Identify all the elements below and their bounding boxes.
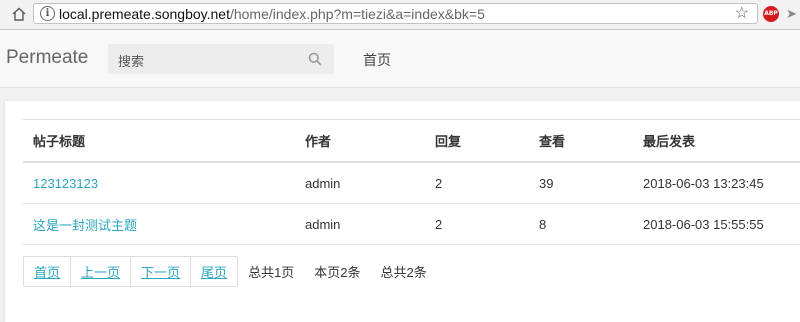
search-placeholder: 搜索	[118, 54, 145, 69]
page-count-text: 本页2条	[314, 265, 361, 280]
cell-author: admin	[295, 162, 425, 204]
pagination: 首页 上一页 下一页 尾页 总共1页 本页2条 总共2条	[23, 256, 437, 287]
cell-last-post: 2018-06-03 13:23:45	[633, 162, 800, 204]
table-row: 这是一封测试主题 admin 2 8 2018-06-03 15:55:55	[23, 203, 800, 245]
url-text[interactable]: local.premeate.songboy.net/home/index.ph…	[59, 6, 485, 22]
next-page-button[interactable]: 下一页	[130, 256, 192, 287]
cell-replies: 2	[425, 162, 529, 204]
star-icon[interactable]: ☆	[735, 4, 749, 23]
abp-icon[interactable]: ABP	[763, 6, 779, 22]
search-input[interactable]: 搜索	[108, 44, 334, 74]
url-host: local.premeate.songboy.net	[59, 6, 230, 22]
thread-table: 帖子标题 作者 回复 查看 最后发表 123123123 admin 2 39 …	[23, 119, 800, 245]
cell-views: 39	[529, 162, 633, 204]
extension-bird-icon[interactable]: ➤	[786, 6, 797, 22]
header-views: 查看	[529, 119, 633, 163]
header-title: 帖子标题	[23, 119, 295, 163]
thread-list-panel: 帖子标题 作者 回复 查看 最后发表 123123123 admin 2 39 …	[5, 101, 800, 322]
cell-author: admin	[295, 203, 425, 245]
header-author: 作者	[295, 119, 425, 163]
table-row: 123123123 admin 2 39 2018-06-03 13:23:45	[23, 162, 800, 204]
cell-last-post: 2018-06-03 15:55:55	[633, 203, 800, 245]
url-path: /home/index.php?m=tiezi&a=index&bk=5	[229, 6, 485, 22]
total-pages-text: 总共1页	[248, 265, 295, 280]
prev-page-button[interactable]: 上一页	[70, 256, 132, 287]
home-icon[interactable]	[11, 6, 27, 22]
info-icon[interactable]: i	[40, 6, 55, 21]
cell-title: 123123123	[23, 162, 295, 204]
cell-replies: 2	[425, 203, 529, 245]
last-page-button[interactable]: 尾页	[190, 256, 239, 287]
search-icon[interactable]	[308, 52, 322, 66]
total-count-text: 总共2条	[380, 265, 427, 280]
address-bar[interactable]: i local.premeate.songboy.net/home/index.…	[33, 3, 758, 24]
thread-title-link[interactable]: 这是一封测试主题	[33, 218, 137, 233]
header-replies: 回复	[425, 119, 529, 163]
table-header-row: 帖子标题 作者 回复 查看 最后发表	[23, 119, 800, 163]
site-navbar: Permeate 搜索 首页	[0, 30, 800, 88]
nav-home-link[interactable]: 首页	[363, 50, 391, 70]
cell-title: 这是一封测试主题	[23, 203, 295, 245]
first-page-button[interactable]: 首页	[23, 256, 72, 287]
cell-views: 8	[529, 203, 633, 245]
thread-title-link[interactable]: 123123123	[33, 176, 98, 191]
site-brand[interactable]: Permeate	[6, 47, 88, 69]
browser-toolbar: i local.premeate.songboy.net/home/index.…	[0, 0, 800, 30]
header-last-post: 最后发表	[633, 119, 800, 163]
